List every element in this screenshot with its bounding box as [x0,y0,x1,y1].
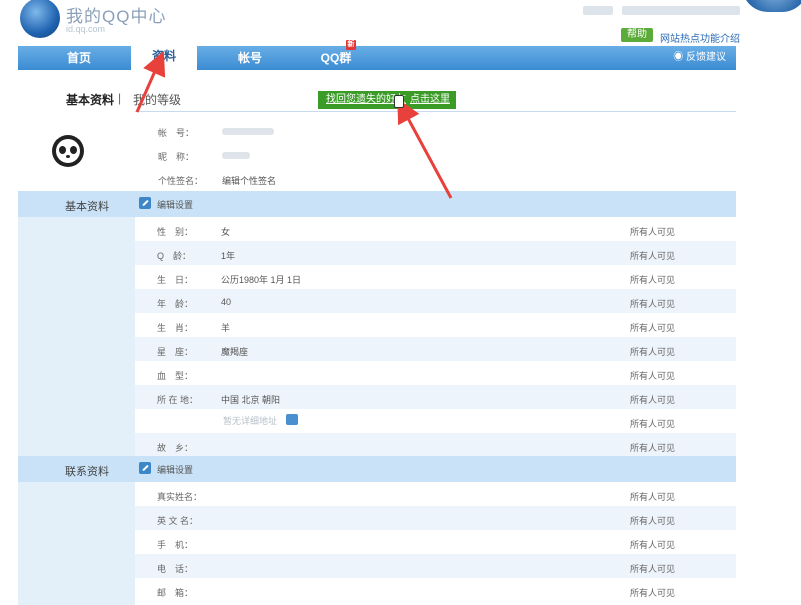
panda-nose [66,155,70,158]
feedback-label: 反馈建议 [686,52,726,63]
table-row: 故 乡： 所有人可见 [135,433,736,457]
nav-home[interactable]: 首页 [66,46,92,70]
row-value: 40 [221,297,232,307]
visibility-setting: 所有人可见 [630,299,676,309]
panda-eye [59,146,66,154]
row-label: 所 在 地： [157,395,199,405]
top-account-blurred[interactable] [622,6,740,15]
signature-label: 个性签名： [158,176,204,186]
detail-address-placeholder[interactable]: 暂无详细地址 [223,414,277,427]
visibility-setting: 所有人可见 [630,419,676,429]
nickname-label: 昵 称： [158,152,195,162]
visibility-setting: 所有人可见 [630,564,676,574]
feedback-link[interactable]: ◉ 反馈建议 [666,46,726,70]
section-title: 联系资料 [65,466,109,478]
logo-subtitle: id.qq.com [66,24,106,34]
new-badge: 新 [346,40,356,50]
section-side-column [18,482,135,605]
visibility-setting: 所有人可见 [630,492,676,502]
visibility-setting: 所有人可见 [630,227,676,237]
visibility-setting: 所有人可见 [630,540,676,550]
row-label: 性 别： [157,227,194,237]
row-value: 中国 北京 朝阳 [221,395,281,405]
row-value: 羊 [221,323,231,333]
table-row: 英 文 名： 所有人可见 [135,506,736,530]
row-label: 邮 箱： [157,588,194,598]
row-label: Q 龄： [157,251,192,261]
section-title: 基本资料 [65,201,109,213]
table-row: 性 别： 女 所有人可见 [135,217,736,241]
row-label: 故 乡： [157,443,194,453]
map-icon[interactable] [286,414,298,425]
row-value: 公历1980年 1月 1日 [221,275,302,285]
row-label: 年 龄： [157,299,194,309]
table-row: Q 龄： 1年 所有人可见 [135,241,736,265]
row-value: 女 [221,227,231,237]
row-label: 血 型： [157,371,194,381]
visibility-setting: 所有人可见 [630,347,676,357]
table-row: 年 龄： 40 所有人可见 [135,289,736,313]
row-label: 英 文 名： [157,516,199,526]
section-side-column [18,217,135,456]
visibility-setting: 所有人可见 [630,251,676,261]
table-row: 手 机： 所有人可见 [135,530,736,554]
edit-settings-link[interactable]: 编辑设置 [157,198,193,211]
visibility-setting: 所有人可见 [630,395,676,405]
help-button[interactable]: 帮助 [621,28,653,42]
signature-edit-link[interactable]: 编辑个性签名 [222,174,276,187]
visibility-setting: 所有人可见 [630,588,676,598]
account-label: 帐 号： [158,128,195,138]
edit-icon[interactable] [139,462,151,474]
feedback-icon: ◉ [673,52,686,63]
table-row: 所 在 地： 中国 北京 朝阳 所有人可见 [135,385,736,409]
logo-icon[interactable] [20,0,60,38]
table-row: 邮 箱： 所有人可见 [135,578,736,602]
user-avatar[interactable] [742,0,801,12]
hot-features-link[interactable]: 网站热点功能介绍 [660,30,740,45]
edit-settings-link[interactable]: 编辑设置 [157,463,193,476]
contact-info-section-header: 联系资料 编辑设置 [18,456,736,482]
visibility-setting: 所有人可见 [630,275,676,285]
visibility-setting: 所有人可见 [630,443,676,453]
row-label: 真实姓名： [157,492,203,502]
arrow-to-recover-link [397,98,453,199]
divider [135,111,736,112]
row-label: 电 话： [157,564,194,574]
click-here-link[interactable]: 点击这里 [410,91,450,109]
main-nav: 首页 资料 帐号 QQ群 新 ◉ 反馈建议 [18,40,736,70]
visibility-setting: 所有人可见 [630,323,676,333]
cursor-icon [394,95,404,108]
row-value: 1年 [221,251,236,261]
table-row: 所有人可见 暂无详细地址 [135,409,736,433]
edit-icon[interactable] [139,197,151,209]
visibility-setting: 所有人可见 [630,371,676,381]
visibility-setting: 所有人可见 [630,516,676,526]
nickname-value-blurred [222,152,250,159]
row-label: 生 日： [157,275,194,285]
top-link-blurred[interactable] [583,6,613,15]
recover-friends-banner[interactable]: 找回您遗失的好友 点击这里 [318,91,456,109]
table-row: 星 座： 魔羯座 所有人可见 [135,337,736,361]
basic-info-section-header: 基本资料 编辑设置 [18,191,736,217]
account-value-blurred [222,128,274,135]
table-row: 真实姓名： 所有人可见 [135,482,736,506]
nav-account[interactable]: 帐号 [237,46,263,70]
table-row: 电 话： 所有人可见 [135,554,736,578]
table-row: 生 肖： 羊 所有人可见 [135,313,736,337]
tab-my-level[interactable]: 我的等级 [133,91,181,108]
tab-basic-info[interactable]: 基本资料 [66,91,114,108]
row-value: 魔羯座 [221,347,249,357]
row-label: 手 机： [157,540,194,550]
tab-separator: | [118,91,122,105]
row-label: 星 座： [157,347,194,357]
table-row: 血 型： 所有人可见 [135,361,736,385]
table-row: 生 日： 公历1980年 1月 1日 所有人可见 [135,265,736,289]
row-label: 生 肖： [157,323,194,333]
nav-profile[interactable]: 资料 [131,44,197,70]
panda-eye [70,146,77,154]
